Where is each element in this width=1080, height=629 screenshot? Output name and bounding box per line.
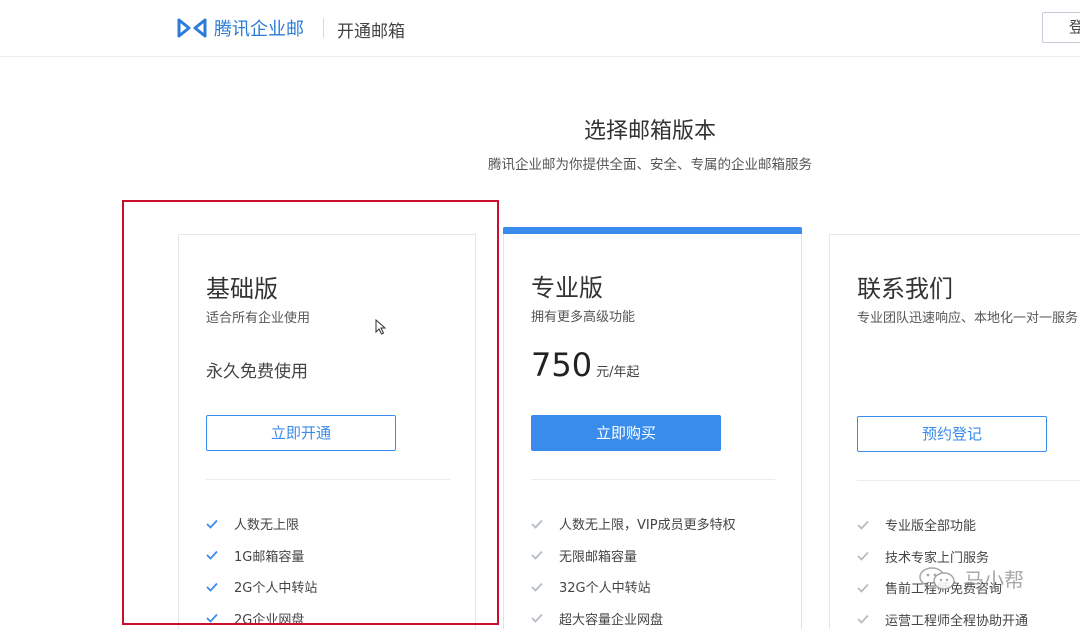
feature-item: 超大容量企业网盘 xyxy=(531,603,736,629)
check-icon xyxy=(206,519,218,529)
plan-desc: 适合所有企业使用 xyxy=(206,311,311,326)
feature-label: 人数无上限，VIP成员更多特权 xyxy=(559,518,736,534)
check-icon xyxy=(857,520,869,530)
divider xyxy=(206,479,450,480)
check-icon xyxy=(531,582,543,592)
feature-item: 2G个人中转站 xyxy=(206,571,317,603)
feature-label: 32G个人中转站 xyxy=(559,581,651,597)
feature-label: 人数无上限 xyxy=(234,518,300,534)
plan-title: 专业版 xyxy=(531,274,603,302)
buy-now-button[interactable]: 立即购买 xyxy=(531,415,721,451)
feature-item: 32G个人中转站 xyxy=(531,571,736,603)
plan-desc: 拥有更多高级功能 xyxy=(531,310,636,325)
tencent-mail-logo-icon xyxy=(177,18,207,38)
feature-label: 2G个人中转站 xyxy=(234,581,318,597)
plan-card-basic: 基础版 适合所有企业使用 永久免费使用 立即开通 人数无上限 1G邮箱容量 2G… xyxy=(178,234,476,629)
plan-title: 联系我们 xyxy=(857,275,953,303)
feature-item: 专业版全部功能 xyxy=(857,509,1028,541)
mouse-cursor-icon xyxy=(375,318,387,339)
feature-label: 超大容量企业网盘 xyxy=(559,612,664,628)
page-name: 开通邮箱 xyxy=(337,22,405,42)
featured-accent-bar xyxy=(503,227,802,234)
feature-label: 运营工程师全程协助开通 xyxy=(885,613,1029,629)
feature-item: 无限邮箱容量 xyxy=(531,540,736,572)
book-registration-button[interactable]: 预约登记 xyxy=(857,416,1047,452)
feature-label: 专业版全部功能 xyxy=(885,519,977,535)
logo-text: 腾讯企业邮 xyxy=(214,19,304,40)
feature-label: 技术专家上门服务 xyxy=(885,550,990,566)
wechat-icon xyxy=(919,566,955,590)
plan-card-pro: 专业版 拥有更多高级功能 750 元/年起 立即购买 人数无上限，VIP成员更多… xyxy=(503,227,802,629)
divider xyxy=(857,480,1080,481)
feature-item: 人数无上限 xyxy=(206,508,317,540)
top-bar: 腾讯企业邮 开通邮箱 登 xyxy=(0,0,1080,57)
header-separator xyxy=(323,18,324,38)
activate-now-button[interactable]: 立即开通 xyxy=(206,415,396,451)
check-icon xyxy=(206,551,218,561)
feature-label: 2G企业网盘 xyxy=(234,612,305,628)
check-icon xyxy=(857,552,869,562)
login-button[interactable]: 登 xyxy=(1042,12,1080,43)
feature-item: 1G邮箱容量 xyxy=(206,540,317,572)
feature-label: 1G邮箱容量 xyxy=(234,549,305,565)
feature-list: 人数无上限，VIP成员更多特权 无限邮箱容量 32G个人中转站 超大容量企业网盘 xyxy=(531,508,736,629)
page-title: 选择邮箱版本 xyxy=(583,119,716,144)
plan-desc: 专业团队迅速响应、本地化一对一服务 xyxy=(857,311,1079,326)
check-icon xyxy=(206,582,218,592)
check-icon xyxy=(531,614,543,624)
watermark: 马小帮 xyxy=(918,564,1024,593)
check-icon xyxy=(531,519,543,529)
plan-price: 750 元/年起 xyxy=(531,346,639,384)
check-icon xyxy=(857,615,869,625)
feature-item: 人数无上限，VIP成员更多特权 xyxy=(531,508,736,540)
page-subtitle: 腾讯企业邮为你提供全面、安全、专属的企业邮箱服务 xyxy=(488,157,812,173)
watermark-text: 马小帮 xyxy=(964,568,1024,592)
plan-price: 永久免费使用 xyxy=(206,362,308,382)
check-icon xyxy=(857,583,869,593)
feature-item: 2G企业网盘 xyxy=(206,603,317,629)
feature-list: 人数无上限 1G邮箱容量 2G个人中转站 2G企业网盘 xyxy=(206,508,317,629)
price-amount: 750 xyxy=(531,346,593,384)
plan-title: 基础版 xyxy=(206,275,278,303)
price-unit: 元/年起 xyxy=(596,365,640,380)
feature-item: 运营工程师全程协助开通 xyxy=(857,604,1028,629)
divider xyxy=(531,479,775,480)
logo[interactable]: 腾讯企业邮 xyxy=(177,16,304,40)
check-icon xyxy=(531,551,543,561)
check-icon xyxy=(206,614,218,624)
feature-label: 无限邮箱容量 xyxy=(559,549,638,565)
